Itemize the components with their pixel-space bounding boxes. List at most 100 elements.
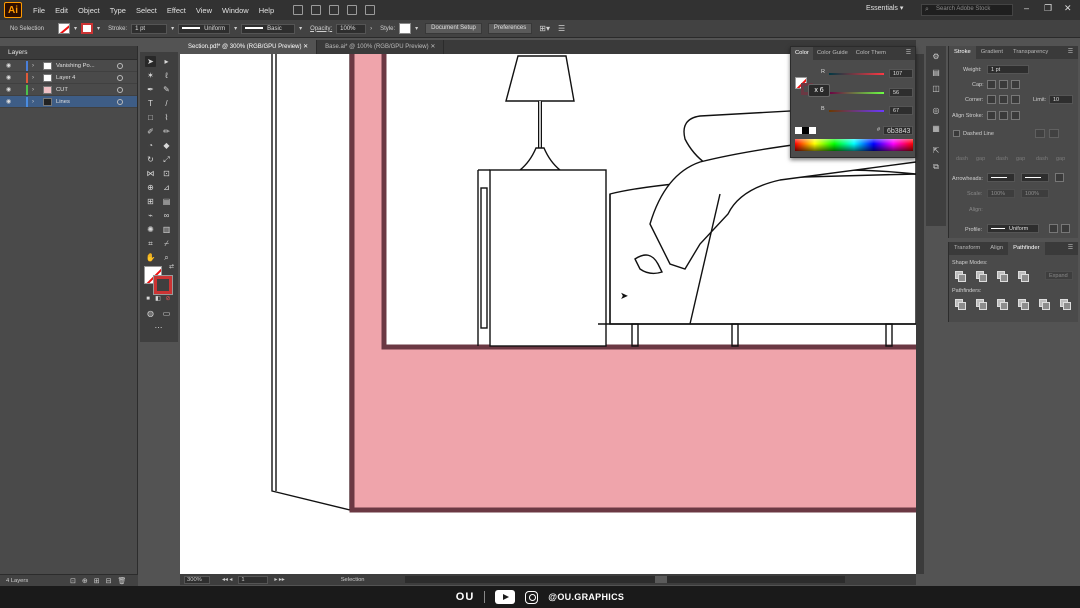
swap-arrowheads-button[interactable] bbox=[1055, 173, 1064, 182]
type-tool-icon[interactable]: T bbox=[145, 98, 156, 109]
visibility-eye-icon[interactable]: ◉ bbox=[6, 74, 14, 81]
send-icon[interactable] bbox=[365, 5, 376, 15]
layers-tab[interactable]: Layers bbox=[0, 46, 137, 60]
limit-field[interactable]: 10 bbox=[1049, 95, 1073, 104]
divide-icon[interactable] bbox=[955, 299, 966, 310]
layer-row[interactable]: ◉ › CUT bbox=[0, 84, 137, 96]
vertical-scrollbar[interactable] bbox=[916, 54, 924, 574]
miter-join-button[interactable] bbox=[987, 95, 996, 104]
width-tool-icon[interactable]: ⋈ bbox=[145, 168, 156, 179]
document-setup-button[interactable]: Document Setup bbox=[425, 23, 482, 34]
tab-transparency[interactable]: Transparency bbox=[1008, 46, 1053, 59]
artboard-tool-icon[interactable]: ⌗ bbox=[145, 238, 156, 249]
panel-menu-icon[interactable]: ☰ bbox=[902, 47, 915, 60]
workspace-switcher[interactable]: Essentials ▾ bbox=[866, 4, 903, 12]
close-icon[interactable]: ✕ bbox=[1064, 3, 1072, 14]
tab-pathfinder[interactable]: Pathfinder bbox=[1008, 242, 1045, 255]
tab-close-icon[interactable]: ✕ bbox=[430, 44, 435, 50]
control-panel-menu-icon[interactable]: ☰ bbox=[558, 24, 565, 33]
fill-dropdown-icon[interactable]: ▾ bbox=[74, 25, 77, 32]
color-spectrum[interactable] bbox=[795, 139, 913, 151]
menu-edit[interactable]: Edit bbox=[50, 6, 73, 15]
variable-width-profile[interactable]: Uniform bbox=[178, 23, 231, 34]
red-value[interactable]: 107 bbox=[889, 69, 913, 78]
slice-tool-icon[interactable]: ⌿ bbox=[161, 238, 172, 249]
green-value[interactable]: 56 bbox=[889, 88, 913, 97]
unite-icon[interactable] bbox=[955, 271, 966, 282]
libraries-icon[interactable]: ▤ bbox=[931, 68, 941, 78]
maximize-icon[interactable]: ❐ bbox=[1044, 3, 1052, 14]
draw-mode-icon[interactable]: ◍ bbox=[145, 308, 156, 319]
layer-target-icon[interactable] bbox=[117, 86, 123, 93]
style-dropdown-icon[interactable]: ▾ bbox=[415, 25, 418, 32]
round-join-button[interactable] bbox=[999, 95, 1008, 104]
tab-stroke[interactable]: Stroke bbox=[949, 46, 976, 59]
align-outside-button[interactable] bbox=[1011, 111, 1020, 120]
align-center-button[interactable] bbox=[987, 111, 996, 120]
layer-target-icon[interactable] bbox=[117, 62, 123, 69]
dash-preserve-button[interactable] bbox=[1035, 129, 1045, 138]
tab-gradient[interactable]: Gradient bbox=[976, 46, 1008, 59]
color-mode-icon[interactable]: ■ bbox=[143, 294, 153, 305]
brush-dropdown-icon[interactable]: ▾ bbox=[299, 25, 302, 32]
menu-help[interactable]: Help bbox=[254, 6, 279, 15]
stroke-color-box[interactable] bbox=[153, 275, 173, 295]
menu-window[interactable]: Window bbox=[217, 6, 254, 15]
crop-icon[interactable] bbox=[1018, 299, 1029, 310]
expand-caret-icon[interactable]: › bbox=[32, 75, 40, 81]
white-swatch[interactable] bbox=[809, 127, 816, 134]
stroke-dropdown-icon[interactable]: ▾ bbox=[97, 25, 100, 32]
pencil-icon[interactable]: ✏ bbox=[161, 126, 172, 137]
fill-swatch[interactable] bbox=[58, 23, 71, 34]
direct-selection-tool-icon[interactable]: ▸ bbox=[161, 56, 172, 67]
profile-dropdown-icon[interactable]: ▾ bbox=[234, 25, 237, 32]
scale-tool-icon[interactable]: ⤢ bbox=[161, 154, 172, 165]
swap-fill-stroke-icon[interactable]: ⇄ bbox=[166, 262, 177, 273]
dashed-line-checkbox[interactable] bbox=[953, 130, 960, 137]
layer-target-icon[interactable] bbox=[117, 98, 123, 105]
artboards-icon[interactable]: ⧉ bbox=[931, 162, 941, 172]
tab-color-guide[interactable]: Color Guide bbox=[813, 47, 852, 60]
flip-across-button[interactable] bbox=[1061, 224, 1070, 233]
edit-toolbar-icon[interactable]: ⋯ bbox=[153, 322, 164, 333]
horizontal-scrollbar[interactable] bbox=[404, 576, 845, 583]
none-swatch[interactable] bbox=[795, 127, 802, 134]
outline-icon[interactable] bbox=[1039, 299, 1050, 310]
rotate-tool-icon[interactable]: ↻ bbox=[145, 154, 156, 165]
mesh-tool-icon[interactable]: ⊞ bbox=[145, 196, 156, 207]
square-cap-button[interactable] bbox=[1011, 80, 1020, 89]
start-arrowhead-dropdown[interactable] bbox=[987, 173, 1015, 182]
tab-color[interactable]: Color bbox=[791, 47, 813, 60]
blue-slider[interactable]: B 67 bbox=[821, 106, 915, 116]
end-scale-field[interactable]: 100% bbox=[1021, 189, 1049, 198]
menu-object[interactable]: Object bbox=[73, 6, 105, 15]
quick-swatches[interactable] bbox=[795, 127, 817, 134]
expand-caret-icon[interactable]: › bbox=[32, 87, 40, 93]
bridge-icon[interactable] bbox=[293, 5, 304, 15]
symbol-sprayer-icon[interactable]: ✺ bbox=[145, 224, 156, 235]
shaper-tool-icon[interactable]: ✐ bbox=[145, 126, 156, 137]
menu-file[interactable]: File bbox=[28, 6, 50, 15]
layer-name[interactable]: Vanishing Po... bbox=[56, 63, 95, 69]
panel-menu-icon[interactable]: ☰ bbox=[1063, 46, 1078, 59]
graphic-style-swatch[interactable] bbox=[399, 23, 412, 34]
stroke-weight-dropdown-icon[interactable]: ▾ bbox=[171, 25, 174, 32]
brush-definition[interactable]: Basic bbox=[241, 23, 296, 34]
paintbrush-icon[interactable]: ⌇ bbox=[161, 112, 172, 123]
shape-builder-icon[interactable]: ⊕ bbox=[145, 182, 156, 193]
gradient-tool-icon[interactable]: ▤ bbox=[161, 196, 172, 207]
eraser-icon[interactable]: ◆ bbox=[161, 140, 172, 151]
merge-icon[interactable] bbox=[997, 299, 1008, 310]
layer-row[interactable]: ◉ › Layer 4 bbox=[0, 72, 137, 84]
black-swatch[interactable] bbox=[802, 127, 809, 134]
layer-name[interactable]: CUT bbox=[56, 87, 68, 93]
weight-field[interactable]: 1 pt bbox=[987, 65, 1029, 74]
hex-field[interactable]: 6b3843 bbox=[883, 126, 913, 135]
blend-tool-icon[interactable]: ∞ bbox=[161, 210, 172, 221]
trim-icon[interactable] bbox=[976, 299, 987, 310]
hand-tool-icon[interactable]: ✋ bbox=[145, 252, 156, 263]
blob-brush-icon[interactable]: ◔ bbox=[145, 140, 156, 151]
free-transform-icon[interactable]: ⊡ bbox=[161, 168, 172, 179]
align-options-icon[interactable]: ⊞▾ bbox=[539, 24, 550, 33]
red-slider[interactable]: R 107 bbox=[821, 69, 915, 79]
